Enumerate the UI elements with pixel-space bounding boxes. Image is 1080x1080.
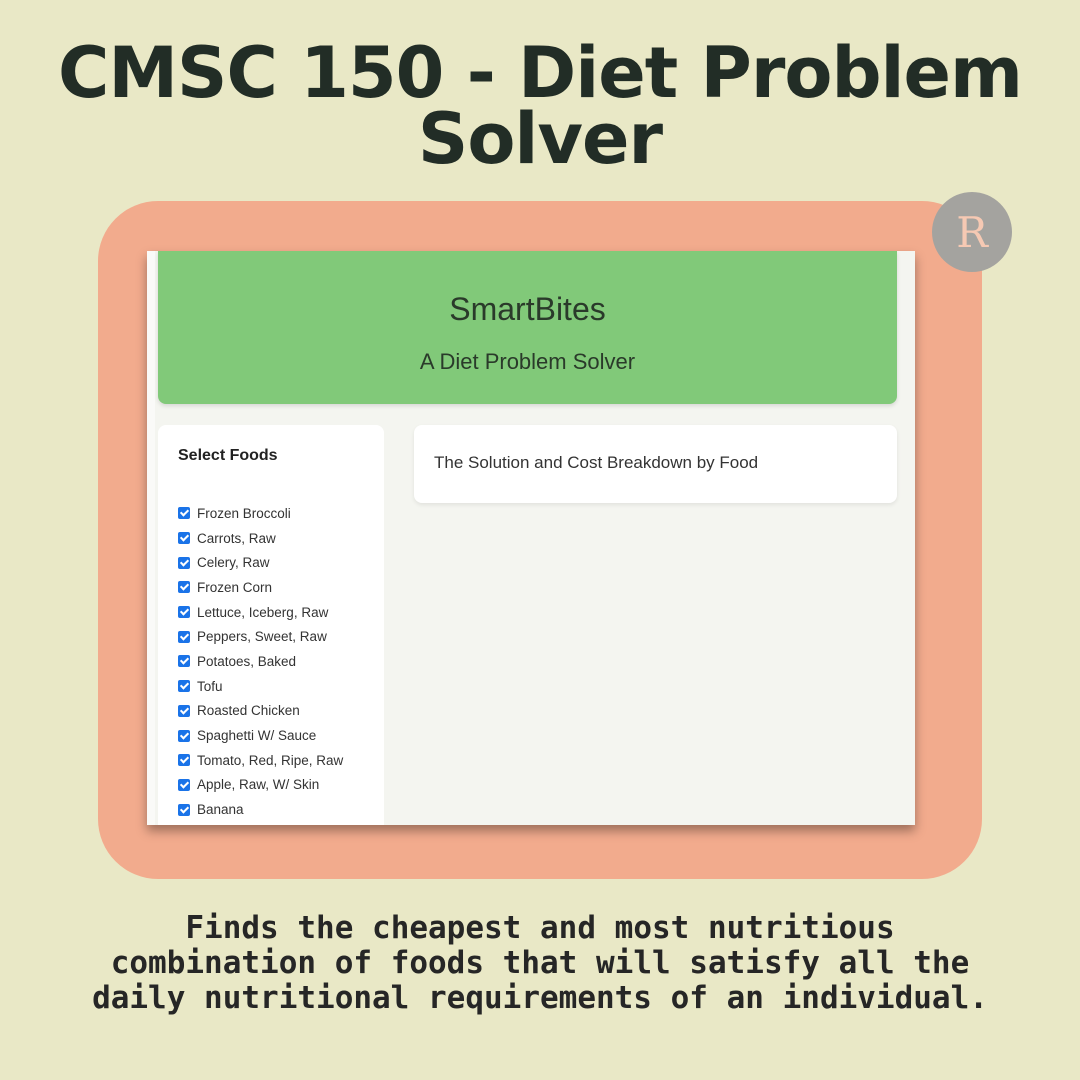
food-item[interactable]: Tomato, Red, Ripe, Raw bbox=[178, 748, 343, 773]
food-checkbox[interactable] bbox=[178, 532, 190, 545]
food-item[interactable]: Lettuce, Iceberg, Raw bbox=[178, 600, 343, 625]
food-item[interactable]: Frozen Broccoli bbox=[178, 501, 343, 526]
food-checkbox[interactable] bbox=[178, 803, 190, 816]
app-subtitle: A Diet Problem Solver bbox=[419, 349, 636, 374]
food-label: Lettuce, Iceberg, Raw bbox=[197, 604, 329, 620]
food-label: Celery, Raw bbox=[197, 555, 270, 571]
food-label: Tomato, Red, Ripe, Raw bbox=[197, 752, 344, 768]
food-checkbox[interactable] bbox=[178, 704, 190, 717]
food-item[interactable]: Carrots, Raw bbox=[178, 526, 343, 551]
food-item[interactable]: Peppers, Sweet, Raw bbox=[178, 624, 343, 649]
food-label: Spaghetti W/ Sauce bbox=[197, 728, 317, 744]
app-window: SmartBites A Diet Problem Solver Select … bbox=[147, 251, 915, 825]
food-checkbox[interactable] bbox=[178, 606, 190, 619]
food-label: Peppers, Sweet, Raw bbox=[197, 629, 327, 645]
food-label: Tofu bbox=[197, 678, 223, 694]
logo-badge: R bbox=[932, 192, 1012, 272]
food-item[interactable]: Potatoes, Baked bbox=[178, 649, 343, 674]
food-checkbox[interactable] bbox=[178, 507, 190, 520]
food-label: Apple, Raw, W/ Skin bbox=[197, 777, 320, 793]
food-item[interactable]: Frozen Corn bbox=[178, 575, 343, 600]
app-header: SmartBites A Diet Problem Solver bbox=[158, 251, 897, 404]
page-title: CMSC 150 - Diet Problem Solver bbox=[58, 32, 1023, 180]
select-foods-title: Select Foods bbox=[178, 447, 278, 464]
food-item[interactable]: Apple, Raw, W/ Skin bbox=[178, 773, 343, 798]
app-name: SmartBites bbox=[449, 291, 606, 327]
window-edge bbox=[147, 251, 155, 825]
food-label: Carrots, Raw bbox=[197, 530, 276, 546]
food-item[interactable]: Banana bbox=[178, 797, 343, 822]
solution-title: The Solution and Cost Breakdown by Food bbox=[434, 453, 759, 472]
food-label: Roasted Chicken bbox=[197, 703, 300, 719]
food-label: Frozen Corn bbox=[197, 579, 273, 595]
food-item[interactable]: Celery, Raw bbox=[178, 550, 343, 575]
food-label: Potatoes, Baked bbox=[197, 653, 297, 669]
food-item[interactable]: Spaghetti W/ Sauce bbox=[178, 723, 343, 748]
food-checkbox[interactable] bbox=[178, 655, 190, 668]
food-checkbox[interactable] bbox=[178, 556, 190, 569]
food-checkbox[interactable] bbox=[178, 581, 190, 594]
food-checkbox[interactable] bbox=[178, 754, 190, 767]
food-label: Frozen Broccoli bbox=[197, 505, 291, 521]
food-checkbox[interactable] bbox=[178, 680, 190, 693]
food-item[interactable]: Roasted Chicken bbox=[178, 699, 343, 724]
description-caption: Finds the cheapest and most nutritious co… bbox=[92, 910, 988, 1016]
solution-card: The Solution and Cost Breakdown by Food bbox=[414, 425, 897, 503]
food-item[interactable]: Tofu bbox=[178, 674, 343, 699]
food-label: Banana bbox=[197, 802, 244, 818]
food-selection-panel: Select Foods Frozen Broccoli Carrots, Ra… bbox=[158, 425, 384, 825]
food-list: Frozen Broccoli Carrots, Raw Celery, Raw… bbox=[178, 501, 343, 822]
food-checkbox[interactable] bbox=[178, 729, 190, 742]
food-checkbox[interactable] bbox=[178, 630, 190, 643]
logo-letter: R bbox=[956, 207, 988, 257]
food-checkbox[interactable] bbox=[178, 778, 190, 791]
